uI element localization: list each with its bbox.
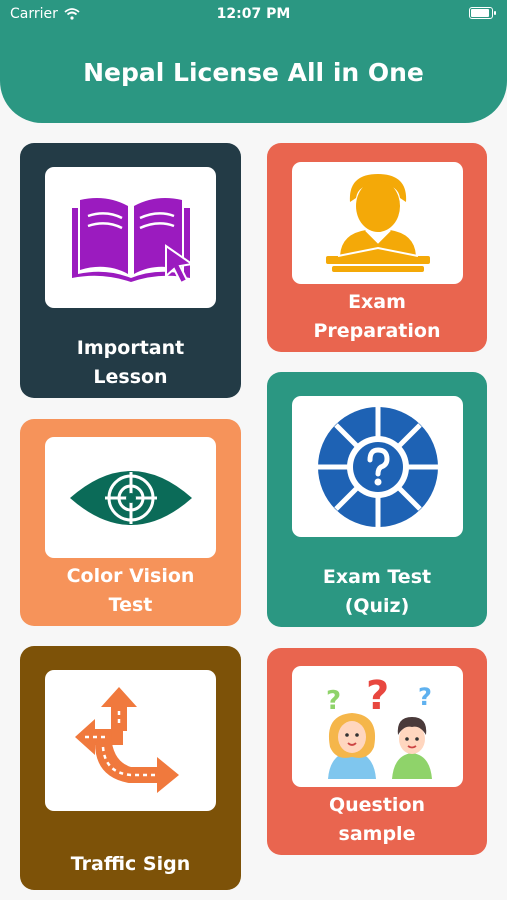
color-vision-line1: Color Vision (66, 565, 195, 587)
exam-preparation-label: Exam Preparation (267, 288, 487, 346)
exam-test-label: Exam Test (Quiz) (267, 563, 487, 621)
exam-test-image (292, 396, 463, 537)
question-sample-label: Question sample (267, 791, 487, 849)
exam-test-line2: (Quiz) (344, 595, 410, 617)
important-lesson-card[interactable]: Important Lesson (20, 143, 241, 398)
exam-preparation-line2: Preparation (313, 320, 441, 342)
color-vision-test-card[interactable]: Color Vision Test (20, 419, 241, 626)
page-title: Nepal License All in One (83, 58, 424, 87)
exam-test-line1: Exam Test (322, 566, 432, 588)
important-lesson-line1: Important (76, 337, 185, 359)
eye-icon (69, 470, 192, 525)
question-people-icon: ? ? ? (326, 673, 432, 779)
question-sample-line1: Question (328, 794, 426, 816)
quiz-wheel-icon (317, 406, 438, 527)
traffic-sign-label: Traffic Sign (20, 850, 241, 879)
exam-preparation-line1: Exam (348, 291, 406, 313)
traffic-sign-line1: Traffic Sign (70, 853, 191, 875)
status-time: 12:07 PM (216, 6, 291, 22)
important-lesson-label: Important Lesson (20, 334, 241, 392)
battery-icon (469, 7, 496, 19)
exam-test-quiz-card[interactable]: Exam Test (Quiz) (267, 372, 487, 627)
question-sample-image: ? ? ? (292, 666, 463, 787)
question-sample-card[interactable]: ? ? ? Question sample (267, 648, 487, 855)
exam-preparation-card[interactable]: Exam Preparation (267, 143, 487, 352)
road-arrows-icon (74, 686, 179, 793)
app-header: Carrier 12:07 PM Nepal License All in On… (0, 0, 507, 123)
traffic-sign-card[interactable]: Traffic Sign (20, 646, 241, 890)
color-vision-image (45, 437, 216, 558)
traffic-sign-image (45, 670, 216, 811)
status-bar: Carrier 12:07 PM (0, 0, 507, 28)
color-vision-line2: Test (108, 594, 153, 616)
important-lesson-image (45, 167, 216, 308)
color-vision-label: Color Vision Test (20, 562, 241, 620)
question-sample-line2: sample (338, 823, 416, 845)
open-book-icon (71, 197, 195, 284)
important-lesson-line2: Lesson (93, 366, 168, 388)
svg-text:?: ? (326, 686, 341, 716)
student-desk-icon (325, 174, 430, 272)
svg-text:?: ? (418, 683, 432, 711)
exam-preparation-image (292, 162, 463, 284)
svg-text:?: ? (366, 673, 389, 719)
